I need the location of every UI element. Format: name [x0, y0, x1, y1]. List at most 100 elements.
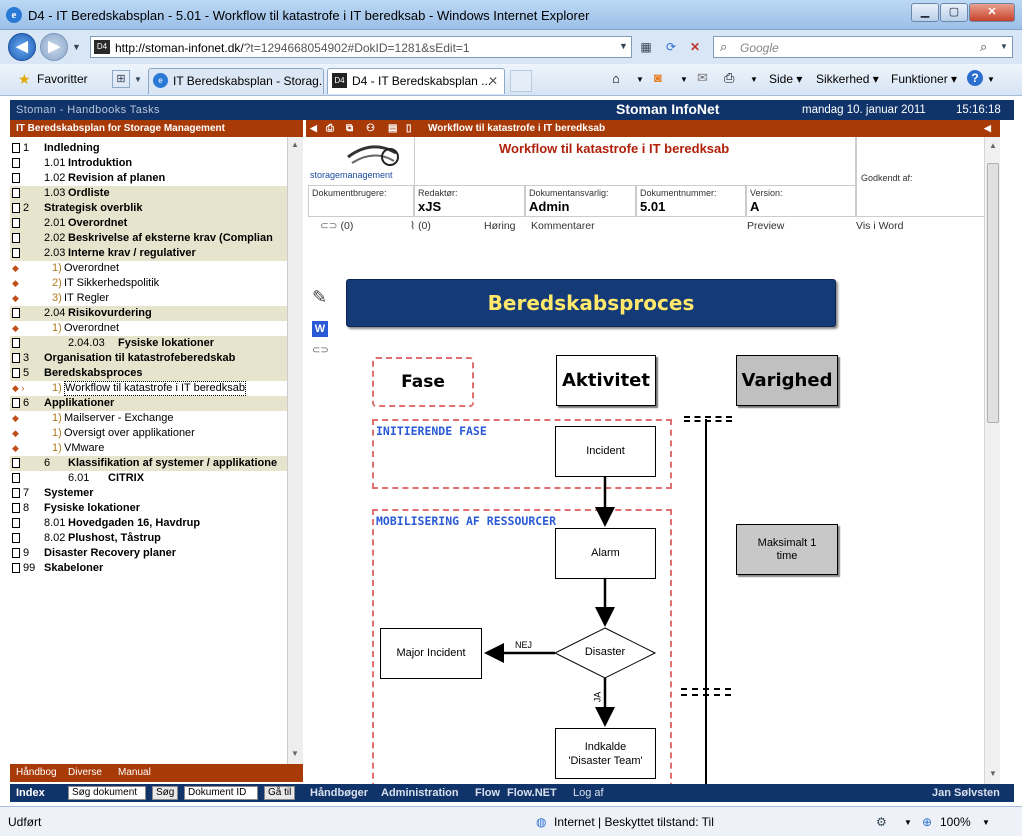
document-scrollbar[interactable]: ▲ ▼: [984, 137, 1000, 784]
scroll-thumb[interactable]: [987, 163, 999, 423]
copy-doc-icon[interactable]: ⧉: [346, 120, 353, 137]
tree-item[interactable]: 6.01 CITRIX: [10, 471, 287, 486]
sog-button[interactable]: Søg: [152, 786, 179, 800]
globe-icon: ◍: [536, 815, 547, 829]
tree-item-label: Introduktion: [68, 157, 133, 169]
tree-scrollbar[interactable]: ▲ ▼: [287, 137, 303, 764]
tree-item[interactable]: 6 Applikationer: [10, 396, 287, 411]
compat-view-icon[interactable]: ▦: [636, 37, 656, 57]
log-af-link[interactable]: Log af: [573, 787, 604, 799]
address-dropdown-icon[interactable]: ▼: [619, 41, 628, 51]
close-tab-icon[interactable]: ✕: [488, 69, 498, 93]
tree-subitem[interactable]: ◆ 2) IT Sikkerhedspolitik: [10, 276, 287, 291]
refresh-icon[interactable]: ⟳: [661, 37, 681, 57]
forward-button[interactable]: ▶: [40, 33, 68, 61]
top-links[interactable]: Stoman - Handbooks Tasks: [16, 104, 160, 116]
tree-subitem-label: IT Sikkerhedspolitik: [64, 277, 160, 289]
tree-item[interactable]: 1.03 Ordliste: [10, 186, 287, 201]
zone-dropdown-icon[interactable]: ▼: [904, 818, 912, 827]
flow-link[interactable]: Flow: [475, 787, 500, 799]
tree-subitem[interactable]: ◆ 1) Oversigt over applikationer: [10, 426, 287, 441]
mail-icon[interactable]: ✉: [697, 70, 708, 86]
tree-subitem[interactable]: ◆ 1) Overordnet: [10, 321, 287, 336]
tab-it-beredskabsplan[interactable]: e IT Beredskabsplan - Storag...: [148, 68, 324, 94]
zone-text[interactable]: Internet | Beskyttet tilstand: Til: [554, 815, 714, 829]
close-window-button[interactable]: ✕: [969, 3, 1015, 22]
tree-item[interactable]: 6 Klassifikation af systemer / applikatio…: [10, 456, 287, 471]
search-go-icon[interactable]: ⌕: [980, 39, 987, 55]
tree-subitem-number: 3): [52, 292, 62, 304]
favorites-button[interactable]: Favoritter: [37, 72, 88, 86]
feeds-icon[interactable]: ◙: [654, 70, 662, 85]
flow-net-link[interactable]: Flow.NET: [507, 787, 557, 799]
side-menu[interactable]: Side ▾: [769, 72, 802, 86]
haandbog-link[interactable]: Håndbog: [16, 767, 57, 778]
sikkerhed-menu[interactable]: Sikkerhed ▾: [816, 72, 879, 86]
search-options-icon[interactable]: ▼: [1000, 42, 1008, 51]
tree-subitem[interactable]: ◆ 1) VMware: [10, 441, 287, 456]
tree-item[interactable]: 8.02 Plushost, Tåstrup: [10, 531, 287, 546]
feeds-dropdown-icon[interactable]: ▼: [680, 75, 688, 84]
address-bar[interactable]: D4 http://stoman-infonet.dk/?t=129466805…: [90, 36, 632, 58]
print-dropdown-icon[interactable]: ▼: [750, 75, 758, 84]
page-icon[interactable]: ▯: [406, 120, 412, 137]
document-id-input[interactable]: Dokument ID: [184, 786, 258, 800]
administration-link[interactable]: Administration: [381, 787, 459, 799]
zoom-dropdown-icon[interactable]: ▼: [982, 818, 990, 827]
collapse-left-icon[interactable]: ◀: [310, 120, 317, 137]
index-link[interactable]: Index: [16, 787, 45, 799]
search-document-input[interactable]: Søg dokument: [68, 786, 146, 800]
haandboger-link[interactable]: Håndbøger: [310, 787, 368, 799]
ga-til-button[interactable]: Gå til: [264, 786, 296, 800]
funktioner-menu[interactable]: Funktioner ▾: [891, 72, 957, 86]
manual-link[interactable]: Manual: [118, 767, 151, 778]
tree-item[interactable]: 2.04.03 Fysiske lokationer: [10, 336, 287, 351]
home-icon[interactable]: ⌂: [612, 71, 620, 86]
back-button[interactable]: ◀: [8, 33, 36, 61]
help-icon[interactable]: ?: [967, 70, 983, 86]
zoom-level[interactable]: 100%: [940, 815, 971, 829]
tree-subitem[interactable]: ◆ 3) IT Regler: [10, 291, 287, 306]
tree-item[interactable]: 8.01 Hovedgaden 16, Havdrup: [10, 516, 287, 531]
history-dropdown-icon[interactable]: ▼: [72, 42, 81, 52]
tree-item[interactable]: 2.04 Risikovurdering: [10, 306, 287, 321]
tree-item[interactable]: 1 Indledning: [10, 141, 287, 156]
tree-item[interactable]: 3 Organisation til katastrofeberedskab: [10, 351, 287, 366]
stop-icon[interactable]: ✕: [685, 37, 705, 57]
doc-icon[interactable]: ▤: [388, 120, 397, 137]
search-placeholder: Google: [740, 41, 779, 55]
tree-item[interactable]: 99 Skabeloner: [10, 561, 287, 576]
tree-subitem[interactable]: ◆ › 1) Workflow til katastrofe i IT beredk…: [10, 381, 287, 396]
search-box[interactable]: ⌕ Google ⌕ ▼: [713, 36, 1013, 58]
quick-tabs-icon[interactable]: ⊞: [112, 70, 130, 88]
page-icon: [12, 458, 20, 468]
maximize-button[interactable]: ▢: [940, 3, 968, 22]
tree-item[interactable]: 2.01 Overordnet: [10, 216, 287, 231]
tree-item[interactable]: 7 Systemer: [10, 486, 287, 501]
print-icon[interactable]: ⎙: [724, 70, 734, 86]
new-tab-button[interactable]: [510, 70, 532, 92]
diverse-link[interactable]: Diverse: [68, 767, 102, 778]
minimize-button[interactable]: ▁: [911, 3, 939, 22]
tree-item[interactable]: 9 Disaster Recovery planer: [10, 546, 287, 561]
tree-item[interactable]: 1.01 Introduktion: [10, 156, 287, 171]
collapse-right-icon[interactable]: ◀: [984, 120, 991, 137]
tree-item[interactable]: 1.02 Revision af planen: [10, 171, 287, 186]
favorites-star-icon: ★: [18, 71, 31, 87]
tree-item[interactable]: 2.02 Beskrivelse af eksterne krav (Compli…: [10, 231, 287, 246]
tree-item[interactable]: 5 Beredskabsproces: [10, 366, 287, 381]
tree-item[interactable]: 2 Strategisk overblik: [10, 201, 287, 216]
help-dropdown-icon[interactable]: ▼: [987, 75, 995, 84]
tree-item[interactable]: 8 Fysiske lokationer: [10, 501, 287, 516]
tab-list-dropdown-icon[interactable]: ▼: [134, 75, 142, 84]
tree-item-number: 7: [23, 487, 30, 499]
tree-item[interactable]: 2.03 Interne krav / regulativer: [10, 246, 287, 261]
users-icon[interactable]: ⚇: [366, 120, 375, 137]
tree-subitem[interactable]: ◆ 1) Overordnet: [10, 261, 287, 276]
protected-mode-icon[interactable]: ⚙: [876, 815, 887, 829]
tree-subitem[interactable]: ◆ 1) Mailserver - Exchange: [10, 411, 287, 426]
zoom-icon: ⊕: [922, 815, 933, 829]
print-doc-icon[interactable]: ⎙: [326, 120, 334, 137]
tab-d4-active[interactable]: D4 D4 - IT Beredskabsplan ... ✕: [327, 68, 505, 94]
home-dropdown-icon[interactable]: ▼: [636, 75, 644, 84]
